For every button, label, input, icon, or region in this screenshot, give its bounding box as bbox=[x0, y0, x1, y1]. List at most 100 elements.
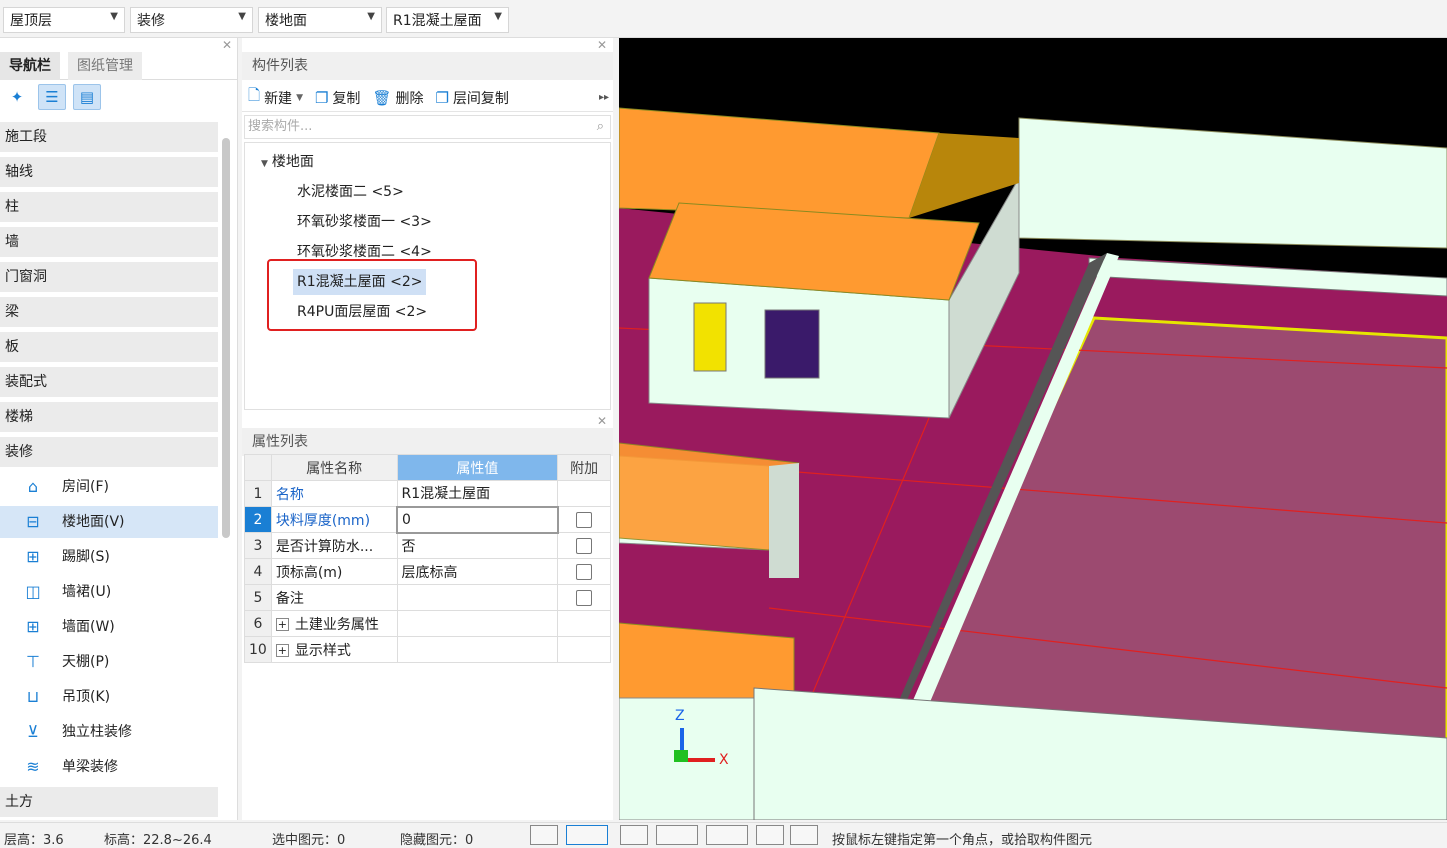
close-icon[interactable]: ✕ bbox=[222, 38, 232, 52]
detail-view-icon[interactable]: ▤ bbox=[73, 84, 101, 110]
category-dropdown[interactable]: 装修 ▼ bbox=[130, 7, 253, 33]
parapet-wall bbox=[1018, 117, 1447, 249]
component-panel: ✕ 构件列表 🗋 新建 ▼ ❐ 复制 🗑 删除 ❐ 层间复制 ▸▸ 搜索构件... ⌕ ▼ 楼… bbox=[242, 38, 613, 820]
close-icon[interactable]: ✕ bbox=[597, 38, 607, 52]
delete-button[interactable]: 🗑 删除 bbox=[372, 88, 423, 108]
component-tree: ▼ 楼地面 水泥楼面二 <5> 环氧砂浆楼面一 <3> 环氧砂浆楼面二 <4> R… bbox=[244, 142, 611, 410]
table-row[interactable]: 6 + 土建业务属性 bbox=[244, 610, 611, 637]
more-icon[interactable]: ▸▸ bbox=[599, 92, 609, 103]
property-extra bbox=[557, 558, 611, 585]
copy-icon: ❐ bbox=[314, 88, 329, 107]
extra-checkbox[interactable] bbox=[576, 537, 593, 554]
extra-checkbox[interactable] bbox=[576, 589, 593, 606]
nav-category-door-window[interactable]: 门窗洞 bbox=[0, 262, 218, 292]
nav-category-beam[interactable]: 梁 bbox=[0, 297, 218, 327]
nav-category-earthwork[interactable]: 土方 bbox=[0, 787, 218, 817]
property-group[interactable]: + 显示样式 bbox=[270, 636, 398, 663]
floor-dropdown[interactable]: 屋顶层 ▼ bbox=[3, 7, 125, 33]
floor-copy-icon: ❐ bbox=[435, 88, 449, 107]
search-icon: ⌕ bbox=[596, 119, 604, 134]
floor-copy-button[interactable]: ❐ 层间复制 bbox=[435, 88, 508, 108]
row-number: 1 bbox=[244, 480, 272, 507]
row-number: 6 bbox=[244, 610, 272, 637]
selected-count-text: 选中图元：0 bbox=[272, 833, 346, 848]
nav-item-room[interactable]: ⌂ 房间(F) bbox=[0, 471, 218, 503]
nav-category-decoration[interactable]: 装修 bbox=[0, 437, 218, 467]
nav-item-label: 墙裙(U) bbox=[62, 584, 112, 600]
nav-category-prefab[interactable]: 装配式 bbox=[0, 367, 218, 397]
extra-checkbox[interactable] bbox=[576, 511, 593, 528]
nav-item-column-finish[interactable]: ⊻ 独立柱装修 bbox=[0, 716, 218, 748]
3d-viewport[interactable]: Z X bbox=[619, 38, 1447, 820]
nav-category-column[interactable]: 柱 bbox=[0, 192, 218, 222]
property-value[interactable]: 层底标高 bbox=[396, 558, 559, 585]
chevron-down-icon: ▼ bbox=[110, 11, 118, 22]
tab-drawing-management[interactable]: 图纸管理 bbox=[68, 52, 142, 80]
nav-item-skirting[interactable]: ⊞ 踢脚(S) bbox=[0, 541, 218, 573]
nav-tabs: 导航栏 图纸管理 bbox=[0, 52, 238, 80]
property-value[interactable]: 否 bbox=[396, 532, 559, 559]
nav-item-label: 单梁装修 bbox=[62, 759, 118, 775]
component-search-input[interactable]: 搜索构件... ⌕ bbox=[244, 115, 611, 139]
list-view-icon[interactable]: ☰ bbox=[38, 84, 66, 110]
angle-button[interactable] bbox=[656, 825, 698, 845]
nav-item-wall-surface[interactable]: ⊞ 墙面(W) bbox=[0, 611, 218, 643]
property-extra bbox=[557, 636, 611, 663]
property-group[interactable]: + 土建业务属性 bbox=[270, 610, 398, 637]
add-icon[interactable]: ✦ bbox=[3, 84, 31, 110]
property-value-input[interactable]: 0 bbox=[396, 505, 559, 534]
nav-category-construction-section[interactable]: 施工段 bbox=[0, 122, 218, 152]
nav-category-axis[interactable]: 轴线 bbox=[0, 157, 218, 187]
tree-item[interactable]: 环氧砂浆楼面一 <3> bbox=[297, 209, 432, 235]
table-row[interactable]: 5 备注 bbox=[244, 584, 611, 611]
category-value: 装修 bbox=[137, 13, 165, 29]
component-dropdown[interactable]: R1混凝土屋面 ▼ bbox=[386, 7, 509, 33]
tree-item[interactable]: 水泥楼面二 <5> bbox=[297, 179, 404, 205]
nav-item-dado[interactable]: ◫ 墙裙(U) bbox=[0, 576, 218, 608]
table-row[interactable]: 3 是否计算防水... 否 bbox=[244, 532, 611, 559]
nav-item-floor-surface[interactable]: ⊟ 楼地面(V) bbox=[0, 506, 218, 538]
ortho-button[interactable] bbox=[530, 825, 558, 845]
property-value[interactable]: R1混凝土屋面 bbox=[396, 480, 559, 507]
copy-label: 复制 bbox=[332, 90, 361, 107]
table-row[interactable]: 10 + 显示样式 bbox=[244, 636, 611, 663]
new-button[interactable]: 🗋 新建 ▼ bbox=[248, 85, 303, 110]
nav-item-ceiling[interactable]: ⊤ 天棚(P) bbox=[0, 646, 218, 678]
property-extra bbox=[557, 480, 611, 507]
chevron-down-icon: ▼ bbox=[296, 92, 303, 103]
component-type-dropdown[interactable]: 楼地面 ▼ bbox=[258, 7, 382, 33]
expand-icon[interactable]: + bbox=[275, 618, 289, 631]
offset-button[interactable] bbox=[706, 825, 748, 845]
nav-item-beam-finish[interactable]: ≋ 单梁装修 bbox=[0, 751, 218, 783]
nav-category-slab[interactable]: 板 bbox=[0, 332, 218, 362]
component-toolbar: 🗋 新建 ▼ ❐ 复制 🗑 删除 ❐ 层间复制 ▸▸ bbox=[242, 84, 613, 112]
nav-item-label: 墙面(W) bbox=[62, 619, 115, 635]
table-row[interactable]: 4 顶标高(m) 层底标高 bbox=[244, 558, 611, 585]
tab-navigation[interactable]: 导航栏 bbox=[0, 52, 60, 80]
tree-root[interactable]: ▼ 楼地面 bbox=[261, 149, 314, 175]
component-type-value: 楼地面 bbox=[265, 13, 307, 29]
nav-category-stairs[interactable]: 楼梯 bbox=[0, 402, 218, 432]
new-label: 新建 bbox=[264, 90, 293, 107]
nav-item-label: 踢脚(S) bbox=[62, 549, 110, 565]
nav-item-suspended-ceiling[interactable]: ⊔ 吊顶(K) bbox=[0, 681, 218, 713]
property-value[interactable] bbox=[396, 584, 559, 611]
close-icon[interactable]: ✕ bbox=[597, 414, 607, 428]
nav-scrollbar[interactable] bbox=[222, 138, 230, 538]
select-mode-button[interactable] bbox=[566, 825, 608, 845]
extra-checkbox[interactable] bbox=[576, 563, 593, 580]
snap-button[interactable] bbox=[620, 825, 648, 845]
nav-category-wall[interactable]: 墙 bbox=[0, 227, 218, 257]
elevation-text: 标高：22.8~26.4 bbox=[104, 833, 212, 848]
trash-icon: 🗑 bbox=[372, 88, 392, 107]
header-index bbox=[244, 454, 272, 481]
floor-copy-label: 层间复制 bbox=[452, 90, 509, 107]
expand-icon[interactable]: + bbox=[275, 644, 289, 657]
property-name: 块料厚度(mm) bbox=[270, 506, 398, 533]
tree-root-label: 楼地面 bbox=[271, 154, 314, 170]
copy-button[interactable]: ❐ 复制 bbox=[315, 88, 360, 108]
display-button[interactable] bbox=[756, 825, 784, 845]
table-row[interactable]: 2 块料厚度(mm) 0 bbox=[244, 505, 611, 534]
track-button[interactable] bbox=[790, 825, 818, 845]
table-row[interactable]: 1 名称 R1混凝土屋面 bbox=[244, 480, 611, 507]
